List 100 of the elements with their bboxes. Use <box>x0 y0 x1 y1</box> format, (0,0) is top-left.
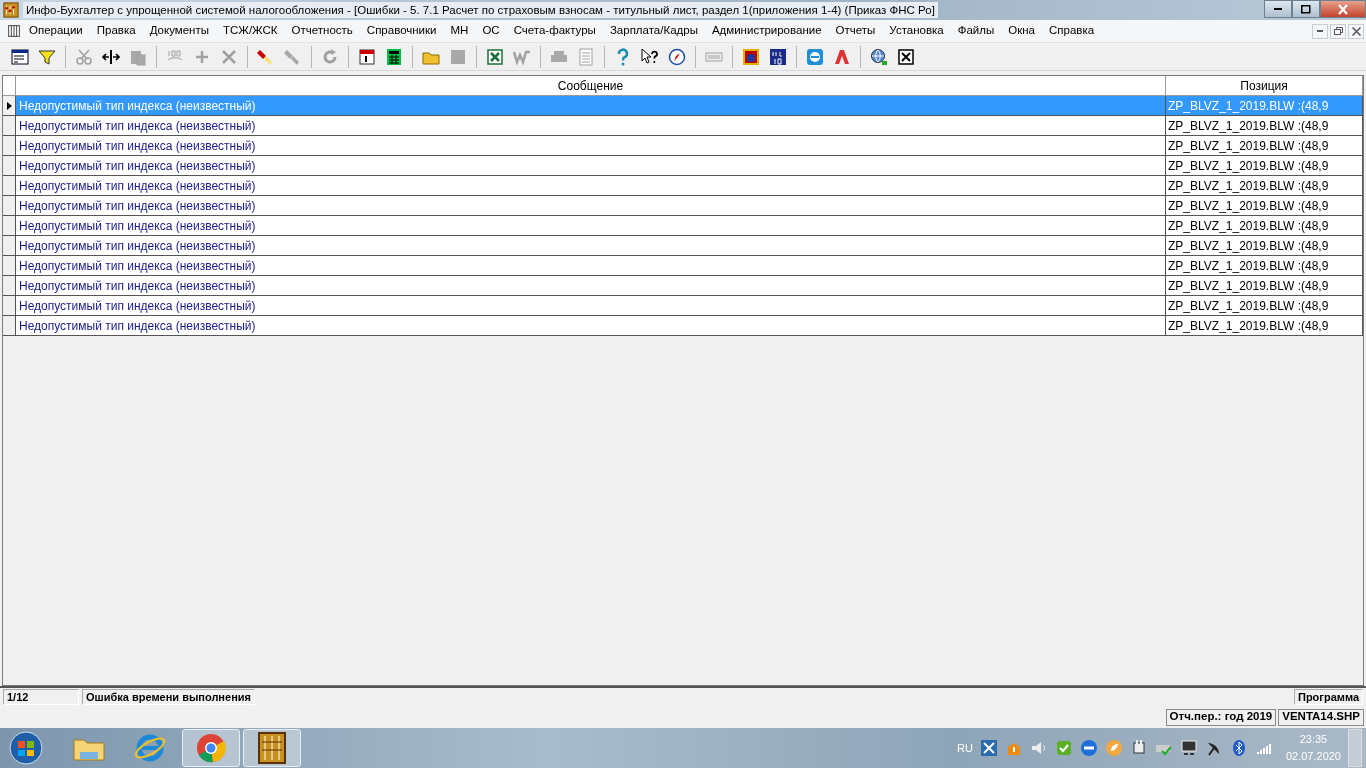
spreadsheet-icon <box>486 47 504 66</box>
calculator-icon <box>385 47 403 66</box>
menu-item[interactable]: Зарплата/Кадры <box>602 22 705 40</box>
table-cell: Недопустимый тип индекса (неизвестный) <box>16 196 1166 216</box>
table-cell: ZP_BLVZ_1_2019.BLW :(48,9 <box>1166 176 1363 196</box>
minimize-icon <box>1274 8 1282 10</box>
menu-item[interactable]: Счета-фактуры <box>506 22 603 40</box>
minimize-button[interactable] <box>1312 23 1328 39</box>
flashlight-icon <box>257 47 275 66</box>
table-cell: ZP_BLVZ_1_2019.BLW :(48,9 <box>1166 116 1363 136</box>
filter-icon <box>38 47 56 66</box>
table-cell: Недопустимый тип индекса (неизвестный) <box>16 116 1166 136</box>
table-cell: Недопустимый тип индекса (неизвестный) <box>16 216 1166 236</box>
status-counter: 1/12 <box>3 689 79 705</box>
table-cell: Недопустимый тип индекса (неизвестный) <box>16 136 1166 156</box>
windows-logo-icon <box>8 730 44 766</box>
file-label: VENTA14.SHP <box>1278 708 1364 726</box>
delete-icon <box>220 47 238 66</box>
remote-icon[interactable] <box>1079 739 1098 757</box>
menu-item[interactable]: ТСЖ/ЖСК <box>215 22 285 40</box>
close-icon <box>1351 26 1361 36</box>
table-cell: Недопустимый тип индекса (неизвестный) <box>16 176 1166 196</box>
table-cell: ZP_BLVZ_1_2019.BLW :(48,9 <box>1166 256 1363 276</box>
column-header[interactable]: Позиция <box>1166 76 1363 96</box>
document-icon <box>6 23 22 39</box>
grid-icon <box>11 47 29 66</box>
period-label: Отч.пер.: год 2019 <box>1165 708 1277 726</box>
status-mode: Программа <box>1294 689 1363 705</box>
minimize-icon <box>1317 30 1323 32</box>
row-header[interactable] <box>3 196 16 216</box>
pointer-help-icon <box>641 47 659 66</box>
table-cell: Недопустимый тип индекса (неизвестный) <box>16 236 1166 256</box>
menu-item[interactable]: Установка <box>882 22 951 40</box>
restore-button[interactable] <box>1330 23 1346 39</box>
header-corner <box>3 76 16 96</box>
row-header[interactable] <box>3 256 16 276</box>
start-button[interactable] <box>6 729 46 767</box>
monitor-icon[interactable] <box>1179 739 1198 757</box>
menu-item[interactable]: МН <box>443 22 476 40</box>
row-header[interactable] <box>3 116 16 136</box>
table-cell: ZP_BLVZ_1_2019.BLW :(48,9 <box>1166 316 1363 336</box>
menu-item[interactable]: Операции <box>22 22 90 40</box>
sheet-icon <box>577 47 595 66</box>
menu-item[interactable]: Файлы <box>950 22 1002 40</box>
close-icon <box>897 47 915 66</box>
menu-item[interactable]: Отчеты <box>828 22 883 40</box>
status-message: Ошибка времени выполнения <box>82 689 255 705</box>
row-pointer-icon <box>6 101 12 110</box>
compass-icon <box>668 47 686 66</box>
row-header[interactable] <box>3 96 16 116</box>
globe-icon <box>870 47 888 66</box>
table-cell: ZP_BLVZ_1_2019.BLW :(48,9 <box>1166 276 1363 296</box>
menu-item[interactable]: Правка <box>89 22 143 40</box>
maximize-icon <box>1301 4 1311 14</box>
table-cell: Недопустимый тип индекса (неизвестный) <box>16 96 1166 116</box>
menu-item[interactable]: Окна <box>1001 22 1042 40</box>
menu-item[interactable]: ОС <box>475 22 507 40</box>
row-header[interactable] <box>3 296 16 316</box>
table-cell: Недопустимый тип индекса (неизвестный) <box>16 316 1166 336</box>
table-cell: ZP_BLVZ_1_2019.BLW :(48,9 <box>1166 296 1363 316</box>
row-header[interactable] <box>3 236 16 256</box>
row-header[interactable] <box>3 216 16 236</box>
restore-icon <box>1333 27 1343 35</box>
check-shield-icon[interactable] <box>1054 739 1073 757</box>
menu-item[interactable]: Справка <box>1042 22 1102 40</box>
table-cell: Недопустимый тип индекса (неизвестный) <box>16 156 1166 176</box>
menu-item[interactable]: Отчетность <box>284 22 360 40</box>
row-header[interactable] <box>3 156 16 176</box>
flashlight-icon <box>284 47 302 66</box>
table-cell: Недопустимый тип индекса (неизвестный) <box>16 276 1166 296</box>
table-cell: ZP_BLVZ_1_2019.BLW :(48,9 <box>1166 96 1363 116</box>
close-icon <box>1338 3 1348 15</box>
letter-a-logo-icon <box>833 47 851 66</box>
minimize-button[interactable] <box>1264 0 1292 18</box>
abacus-app-button[interactable] <box>243 729 301 767</box>
menu-item[interactable]: Администрирование <box>704 22 829 40</box>
row-header[interactable] <box>3 316 16 336</box>
refresh-icon <box>321 47 339 66</box>
calendar-icon <box>358 47 376 66</box>
ib-icon <box>769 47 787 66</box>
table-cell: ZP_BLVZ_1_2019.BLW :(48,9 <box>1166 156 1363 176</box>
split-arrows-icon <box>102 47 120 66</box>
table-cell: ZP_BLVZ_1_2019.BLW :(48,9 <box>1166 196 1363 216</box>
table-cell: ZP_BLVZ_1_2019.BLW :(48,9 <box>1166 216 1363 236</box>
row-header[interactable] <box>3 176 16 196</box>
table-cell: ZP_BLVZ_1_2019.BLW :(48,9 <box>1166 136 1363 156</box>
menu-item[interactable]: Документы <box>142 22 216 40</box>
column-header[interactable]: Сообщение <box>16 76 1166 96</box>
abacus-icon <box>3 2 19 18</box>
table-cell: Недопустимый тип индекса (неизвестный) <box>16 256 1166 276</box>
remote-icon <box>806 47 824 66</box>
menu-item[interactable]: Справочники <box>359 22 444 40</box>
floppy-icon <box>449 47 467 66</box>
maximize-button[interactable] <box>1292 0 1320 18</box>
table-cell: ZP_BLVZ_1_2019.BLW :(48,9 <box>1166 236 1363 256</box>
row-header[interactable] <box>3 136 16 156</box>
window-title: Инфо-Бухгалтер с упрощенной системой налогообложения - [Ошибки - 5. 7.1 Расчет по страховым взносам - титульный лист, раздел 1(приложения 1-4) (Приказ ФНС Ро] <box>23 2 938 18</box>
chrome-button[interactable] <box>182 729 240 767</box>
row-header[interactable] <box>3 276 16 296</box>
close-button[interactable] <box>1348 23 1364 39</box>
